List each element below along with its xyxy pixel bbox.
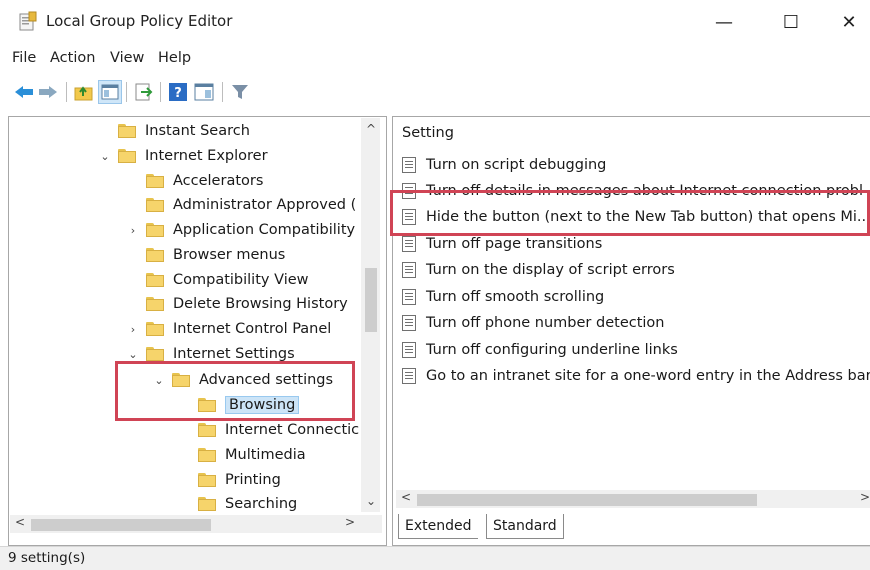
setting-row[interactable]: Turn on script debugging bbox=[402, 152, 606, 178]
chevron-right-icon[interactable]: › bbox=[126, 323, 140, 336]
tree-item-compatibility-view[interactable]: Compatibility View bbox=[146, 268, 309, 292]
tree-item-printing[interactable]: Printing bbox=[198, 468, 281, 492]
back-icon[interactable] bbox=[14, 82, 34, 102]
folder-icon bbox=[146, 273, 164, 287]
policy-setting-icon bbox=[402, 157, 416, 173]
setting-row[interactable]: Turn on the display of script errors bbox=[402, 257, 675, 283]
tree-item-delete-browsing-history[interactable]: Delete Browsing History bbox=[146, 292, 348, 316]
policy-setting-icon bbox=[402, 342, 416, 358]
policy-setting-icon bbox=[402, 262, 416, 278]
folder-icon bbox=[146, 297, 164, 311]
toolbar-separator bbox=[66, 82, 67, 102]
menu-view[interactable]: View bbox=[110, 50, 144, 66]
folder-icon bbox=[146, 322, 164, 336]
tab-standard[interactable]: Standard bbox=[486, 514, 564, 539]
policy-setting-icon bbox=[402, 315, 416, 331]
tree-item-internet-control-panel[interactable]: › Internet Control Panel bbox=[126, 317, 332, 341]
scroll-left-icon[interactable]: < bbox=[15, 515, 25, 529]
help-icon[interactable]: ? bbox=[168, 82, 188, 102]
highlight-box bbox=[115, 361, 355, 421]
column-header-setting[interactable]: Setting bbox=[402, 125, 454, 141]
filter-icon[interactable] bbox=[230, 82, 250, 102]
show-hide-tree-icon[interactable] bbox=[98, 80, 122, 104]
maximize-button[interactable]: ☐ bbox=[768, 6, 814, 38]
folder-icon bbox=[198, 448, 216, 462]
tree-vertical-scroll-thumb[interactable] bbox=[365, 268, 377, 332]
status-bar bbox=[0, 546, 870, 570]
properties-icon[interactable] bbox=[194, 82, 214, 102]
highlight-box bbox=[390, 190, 870, 236]
tree-item-instant-search[interactable]: Instant Search bbox=[118, 119, 250, 143]
setting-row[interactable]: Turn off phone number detection bbox=[402, 310, 665, 336]
tree-item-browser-menus[interactable]: Browser menus bbox=[146, 243, 285, 267]
scroll-right-icon[interactable]: > bbox=[860, 490, 870, 504]
tree-item-multimedia[interactable]: Multimedia bbox=[198, 443, 306, 467]
close-button[interactable]: ✕ bbox=[826, 6, 870, 38]
tree-item-administrator-approved[interactable]: Administrator Approved ( bbox=[146, 193, 356, 217]
settings-horizontal-scroll-thumb[interactable] bbox=[417, 494, 757, 506]
folder-icon bbox=[146, 223, 164, 237]
scroll-right-icon[interactable]: > bbox=[345, 515, 355, 529]
toolbar-separator bbox=[126, 82, 127, 102]
scroll-left-icon[interactable]: < bbox=[401, 490, 411, 504]
toolbar-separator bbox=[160, 82, 161, 102]
chevron-right-icon[interactable]: › bbox=[126, 224, 140, 237]
folder-icon bbox=[146, 174, 164, 188]
scroll-up-icon[interactable]: ^ bbox=[366, 122, 376, 136]
setting-row[interactable]: Turn off smooth scrolling bbox=[402, 284, 604, 310]
setting-row[interactable]: Go to an intranet site for a one-word en… bbox=[402, 363, 870, 389]
up-folder-icon[interactable] bbox=[74, 82, 94, 102]
setting-row[interactable]: Turn off configuring underline links bbox=[402, 337, 678, 363]
tree-item-application-compatibility[interactable]: › Application Compatibility bbox=[126, 218, 355, 242]
tab-extended[interactable]: Extended bbox=[398, 514, 478, 539]
folder-icon bbox=[198, 497, 216, 511]
tree-item-internet-explorer[interactable]: ⌄ Internet Explorer bbox=[98, 144, 267, 168]
minimize-button[interactable]: — bbox=[701, 6, 747, 38]
menu-action[interactable]: Action bbox=[50, 50, 95, 66]
policy-setting-icon bbox=[402, 289, 416, 305]
tree-item-accelerators[interactable]: Accelerators bbox=[146, 169, 263, 193]
policy-setting-icon bbox=[402, 368, 416, 384]
status-text: 9 setting(s) bbox=[8, 550, 86, 566]
folder-icon bbox=[146, 248, 164, 262]
folder-icon bbox=[118, 149, 136, 163]
export-list-icon[interactable] bbox=[134, 82, 154, 102]
folder-icon bbox=[198, 423, 216, 437]
window-title: Local Group Policy Editor bbox=[46, 12, 233, 30]
folder-icon bbox=[118, 124, 136, 138]
scroll-down-icon[interactable]: ⌄ bbox=[366, 494, 376, 508]
svg-text:?: ? bbox=[174, 86, 182, 101]
policy-editor-icon bbox=[18, 11, 38, 33]
chevron-down-icon[interactable]: ⌄ bbox=[98, 150, 112, 163]
toolbar-separator bbox=[222, 82, 223, 102]
folder-icon bbox=[198, 473, 216, 487]
toolbar bbox=[0, 76, 870, 106]
chevron-down-icon[interactable]: ⌄ bbox=[126, 348, 140, 361]
folder-icon bbox=[146, 198, 164, 212]
tree-item-searching[interactable]: Searching bbox=[198, 492, 297, 516]
menu-file[interactable]: File bbox=[12, 50, 36, 66]
tree-horizontal-scroll-thumb[interactable] bbox=[31, 519, 211, 531]
policy-setting-icon bbox=[402, 236, 416, 252]
forward-icon[interactable] bbox=[38, 82, 58, 102]
folder-icon bbox=[146, 347, 164, 361]
menu-help[interactable]: Help bbox=[158, 50, 191, 66]
tree-item-internet-connection[interactable]: Internet Connectic bbox=[198, 418, 359, 442]
